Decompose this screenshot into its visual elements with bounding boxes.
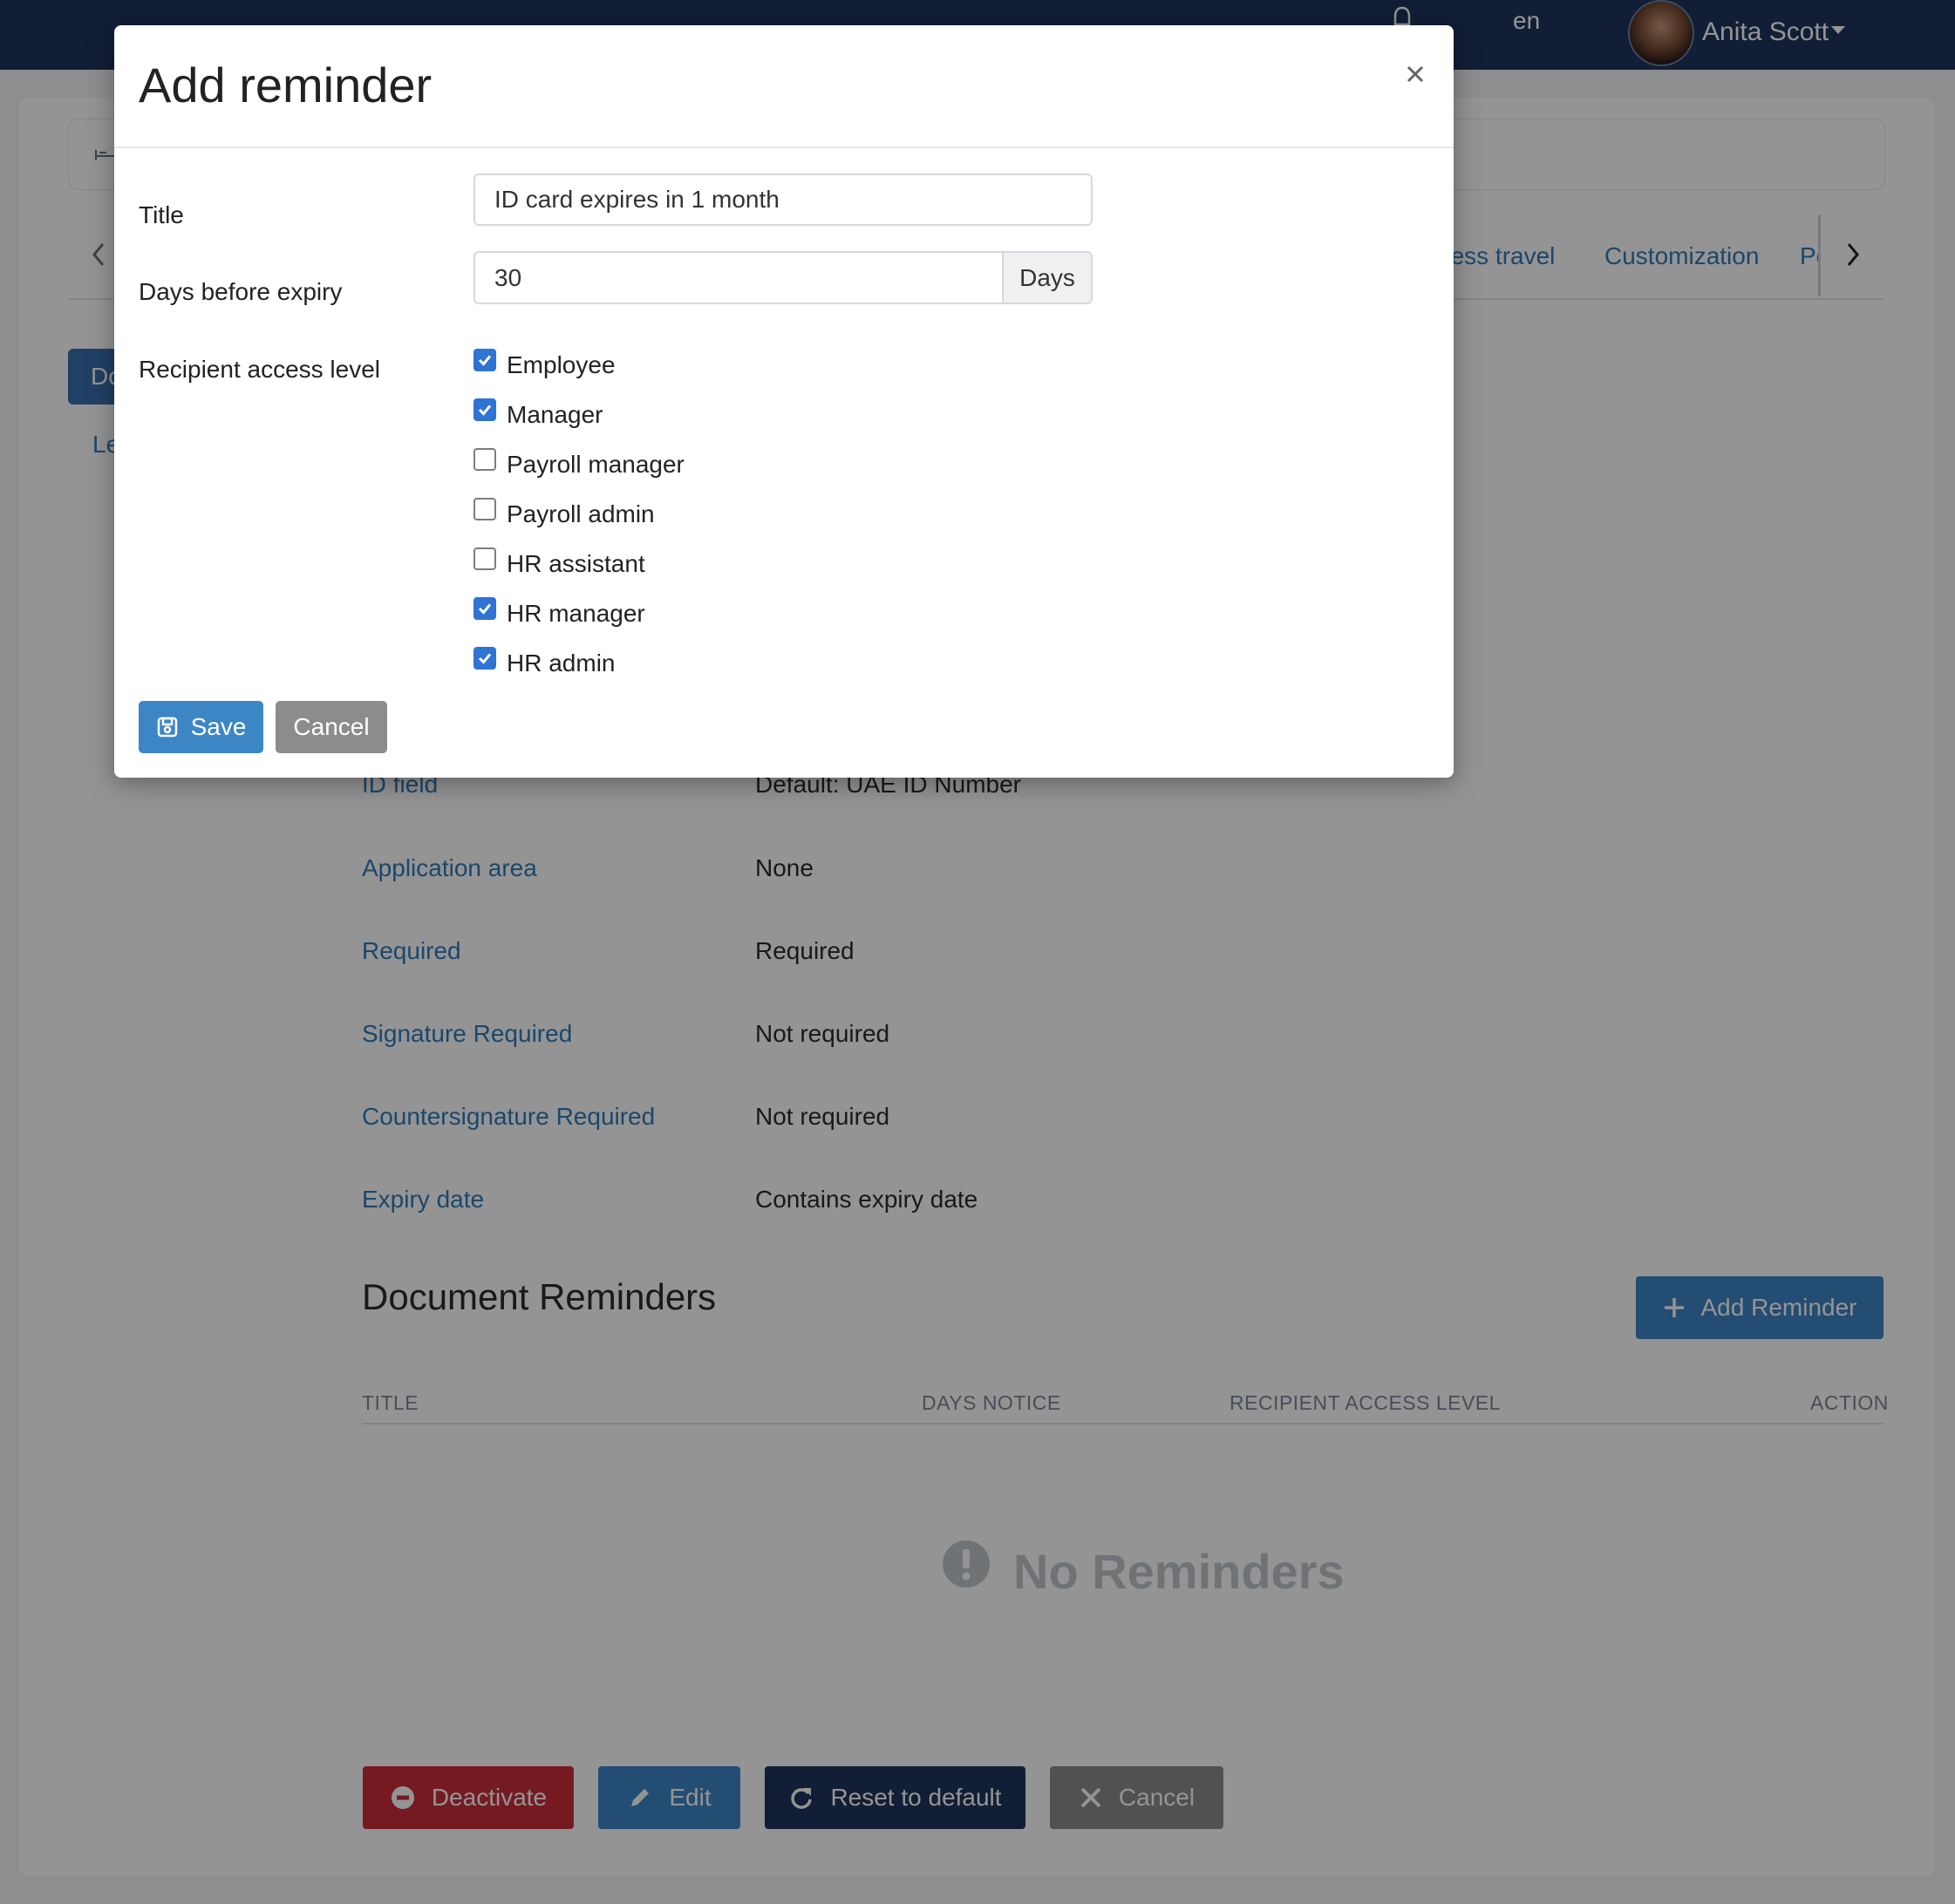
days-before-expiry-input[interactable]	[473, 251, 1004, 304]
title-label: Title	[139, 201, 184, 228]
check-icon	[478, 355, 492, 366]
checkbox-row-hr-assistant[interactable]: HR assistant	[473, 541, 645, 578]
days-unit-addon: Days	[1002, 251, 1093, 304]
modal-cancel-button[interactable]: Cancel	[276, 701, 387, 753]
checkbox-label-payroll-manager[interactable]: Payroll manager	[507, 451, 685, 479]
checkbox-label-employee[interactable]: Employee	[507, 351, 616, 379]
save-label: Save	[190, 713, 247, 740]
checkbox-payroll-admin[interactable]	[473, 498, 496, 520]
close-icon[interactable]	[1400, 58, 1431, 90]
check-icon	[478, 603, 492, 615]
check-icon	[478, 405, 492, 416]
checkbox-hr-manager[interactable]	[473, 597, 496, 620]
checkbox-label-hr-assistant[interactable]: HR assistant	[507, 550, 645, 578]
checkbox-row-hr-manager[interactable]: HR manager	[473, 591, 645, 628]
save-button[interactable]: Save	[139, 701, 263, 753]
title-input[interactable]	[473, 173, 1093, 226]
checkbox-row-employee[interactable]: Employee	[473, 343, 616, 379]
add-reminder-modal: Add reminder Title Days before expiry Da…	[114, 25, 1454, 778]
checkbox-row-payroll-admin[interactable]: Payroll admin	[473, 492, 655, 527]
modal-title: Add reminder	[139, 58, 433, 112]
recipient-access-label: Recipient access level	[139, 356, 381, 383]
checkbox-manager[interactable]	[473, 398, 496, 421]
checkbox-hr-assistant[interactable]	[473, 547, 496, 570]
checkbox-employee[interactable]	[473, 349, 496, 371]
checkbox-row-manager[interactable]: Manager	[473, 392, 603, 429]
checkbox-label-hr-admin[interactable]: HR admin	[507, 649, 615, 677]
check-icon	[478, 653, 492, 664]
save-icon	[157, 717, 177, 738]
checkbox-payroll-manager[interactable]	[473, 448, 496, 471]
modal-header-divider	[114, 146, 1454, 148]
checkbox-hr-admin[interactable]	[473, 647, 496, 670]
checkbox-label-payroll-admin[interactable]: Payroll admin	[507, 500, 655, 528]
checkbox-label-manager[interactable]: Manager	[507, 401, 603, 429]
checkbox-row-payroll-manager[interactable]: Payroll manager	[473, 442, 685, 479]
checkbox-row-hr-admin[interactable]: HR admin	[473, 641, 615, 677]
days-before-expiry-label: Days before expiry	[139, 278, 343, 305]
checkbox-label-hr-manager[interactable]: HR manager	[507, 600, 645, 628]
